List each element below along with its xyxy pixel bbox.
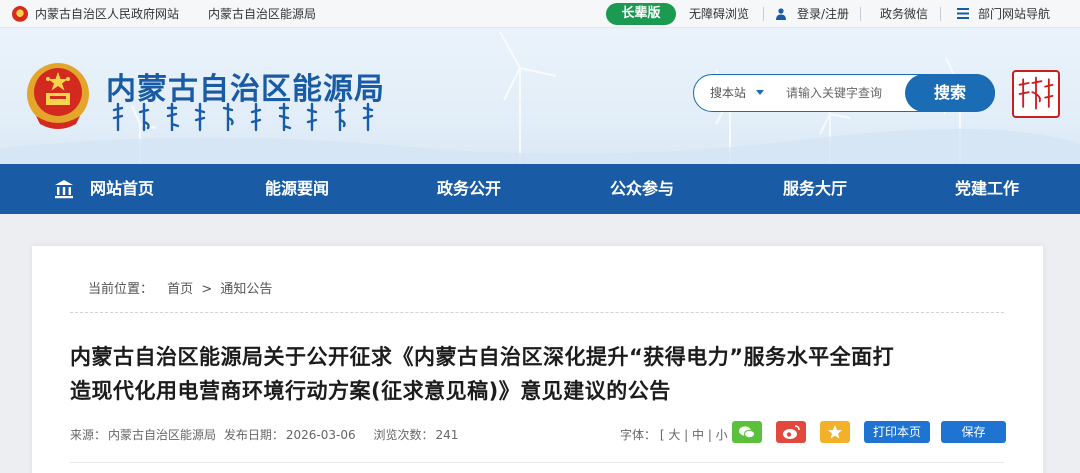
- user-icon: [776, 8, 786, 20]
- national-emblem-icon: [12, 6, 28, 22]
- nav-item-public-participation[interactable]: 公众参与: [610, 164, 674, 214]
- date-label: 发布日期：: [223, 428, 284, 442]
- breadcrumb-prefix: 当前位置：: [88, 282, 154, 297]
- article-card: 当前位置： 首页 > 通知公告 内蒙古自治区能源局关于公开征求《内蒙古自治区深化…: [32, 246, 1043, 473]
- breadcrumb: 当前位置： 首页 > 通知公告: [88, 278, 276, 297]
- nav-item-party-building[interactable]: 党建工作: [955, 164, 1019, 214]
- seal-logo: [1012, 70, 1060, 118]
- wechat-link[interactable]: 政务微信: [880, 0, 928, 28]
- home-icon: [55, 180, 73, 199]
- energy-site-link[interactable]: 内蒙古自治区能源局: [208, 0, 316, 28]
- divider: [763, 7, 764, 21]
- mongolian-script-logo: [112, 102, 374, 132]
- menu-icon: [957, 8, 969, 19]
- divider: [940, 7, 941, 21]
- dept-nav-link[interactable]: 部门网站导航: [978, 0, 1050, 28]
- wechat-share-icon[interactable]: [732, 421, 762, 443]
- login-link[interactable]: 登录/注册: [797, 0, 849, 28]
- divider: [70, 462, 1004, 463]
- accessibility-link[interactable]: 无障碍浏览: [689, 0, 749, 28]
- breadcrumb-home-link[interactable]: 首页: [167, 282, 193, 297]
- site-header: 内蒙古自治区能源局 搜本站 搜索: [0, 28, 1080, 164]
- font-size-control: 字体： [ 大 | 中 | 小 ]: [620, 426, 736, 443]
- breadcrumb-separator: >: [201, 282, 213, 297]
- search-box: 搜本站 搜索: [693, 74, 995, 112]
- source-value: 内蒙古自治区能源局: [108, 428, 217, 442]
- font-size-options[interactable]: [ 大 | 中 | 小 ]: [660, 428, 736, 442]
- search-scope-select[interactable]: 搜本站: [710, 75, 746, 111]
- nav-item-home[interactable]: 网站首页: [90, 164, 154, 214]
- search-button[interactable]: 搜索: [905, 74, 995, 112]
- elder-mode-button[interactable]: 长辈版: [606, 3, 676, 25]
- national-emblem-icon: [27, 63, 89, 129]
- article-meta: 来源： 内蒙古自治区能源局 发布日期： 2026-03-06 浏览次数： 241: [70, 426, 460, 443]
- views-value: 241: [435, 428, 459, 442]
- divider: [70, 312, 1004, 313]
- date-value: 2026-03-06: [285, 428, 356, 442]
- top-bar: 内蒙古自治区人民政府网站 内蒙古自治区能源局 长辈版 无障碍浏览 登录/注册 政…: [0, 0, 1080, 28]
- chevron-down-icon[interactable]: [756, 90, 764, 95]
- search-input[interactable]: [786, 75, 904, 111]
- weibo-share-icon[interactable]: [776, 421, 806, 443]
- article-title-line1: 内蒙古自治区能源局关于公开征求《内蒙古自治区深化提升“获得电力”服务水平全面打: [70, 345, 895, 369]
- divider: [860, 7, 861, 21]
- source-label: 来源：: [70, 428, 107, 442]
- views-label: 浏览次数：: [373, 428, 434, 442]
- print-button[interactable]: 打印本页: [864, 421, 930, 443]
- nav-item-energy-news[interactable]: 能源要闻: [265, 164, 329, 214]
- main-nav: 网站首页 能源要闻 政务公开 公众参与 服务大厅 党建工作: [0, 164, 1080, 214]
- nav-item-service-hall[interactable]: 服务大厅: [783, 164, 847, 214]
- breadcrumb-current-link[interactable]: 通知公告: [220, 282, 272, 297]
- qzone-share-icon[interactable]: [820, 421, 850, 443]
- nav-item-gov-affairs[interactable]: 政务公开: [437, 164, 501, 214]
- save-button[interactable]: 保存: [941, 421, 1006, 443]
- gov-site-link[interactable]: 内蒙古自治区人民政府网站: [35, 0, 179, 28]
- article-title: 内蒙古自治区能源局关于公开征求《内蒙古自治区深化提升“获得电力”服务水平全面打 …: [70, 340, 990, 408]
- font-size-label: 字体：: [620, 428, 657, 442]
- article-title-line2: 造现代化用电营商环境行动方案(征求意见稿)》意见建议的公告: [70, 379, 671, 403]
